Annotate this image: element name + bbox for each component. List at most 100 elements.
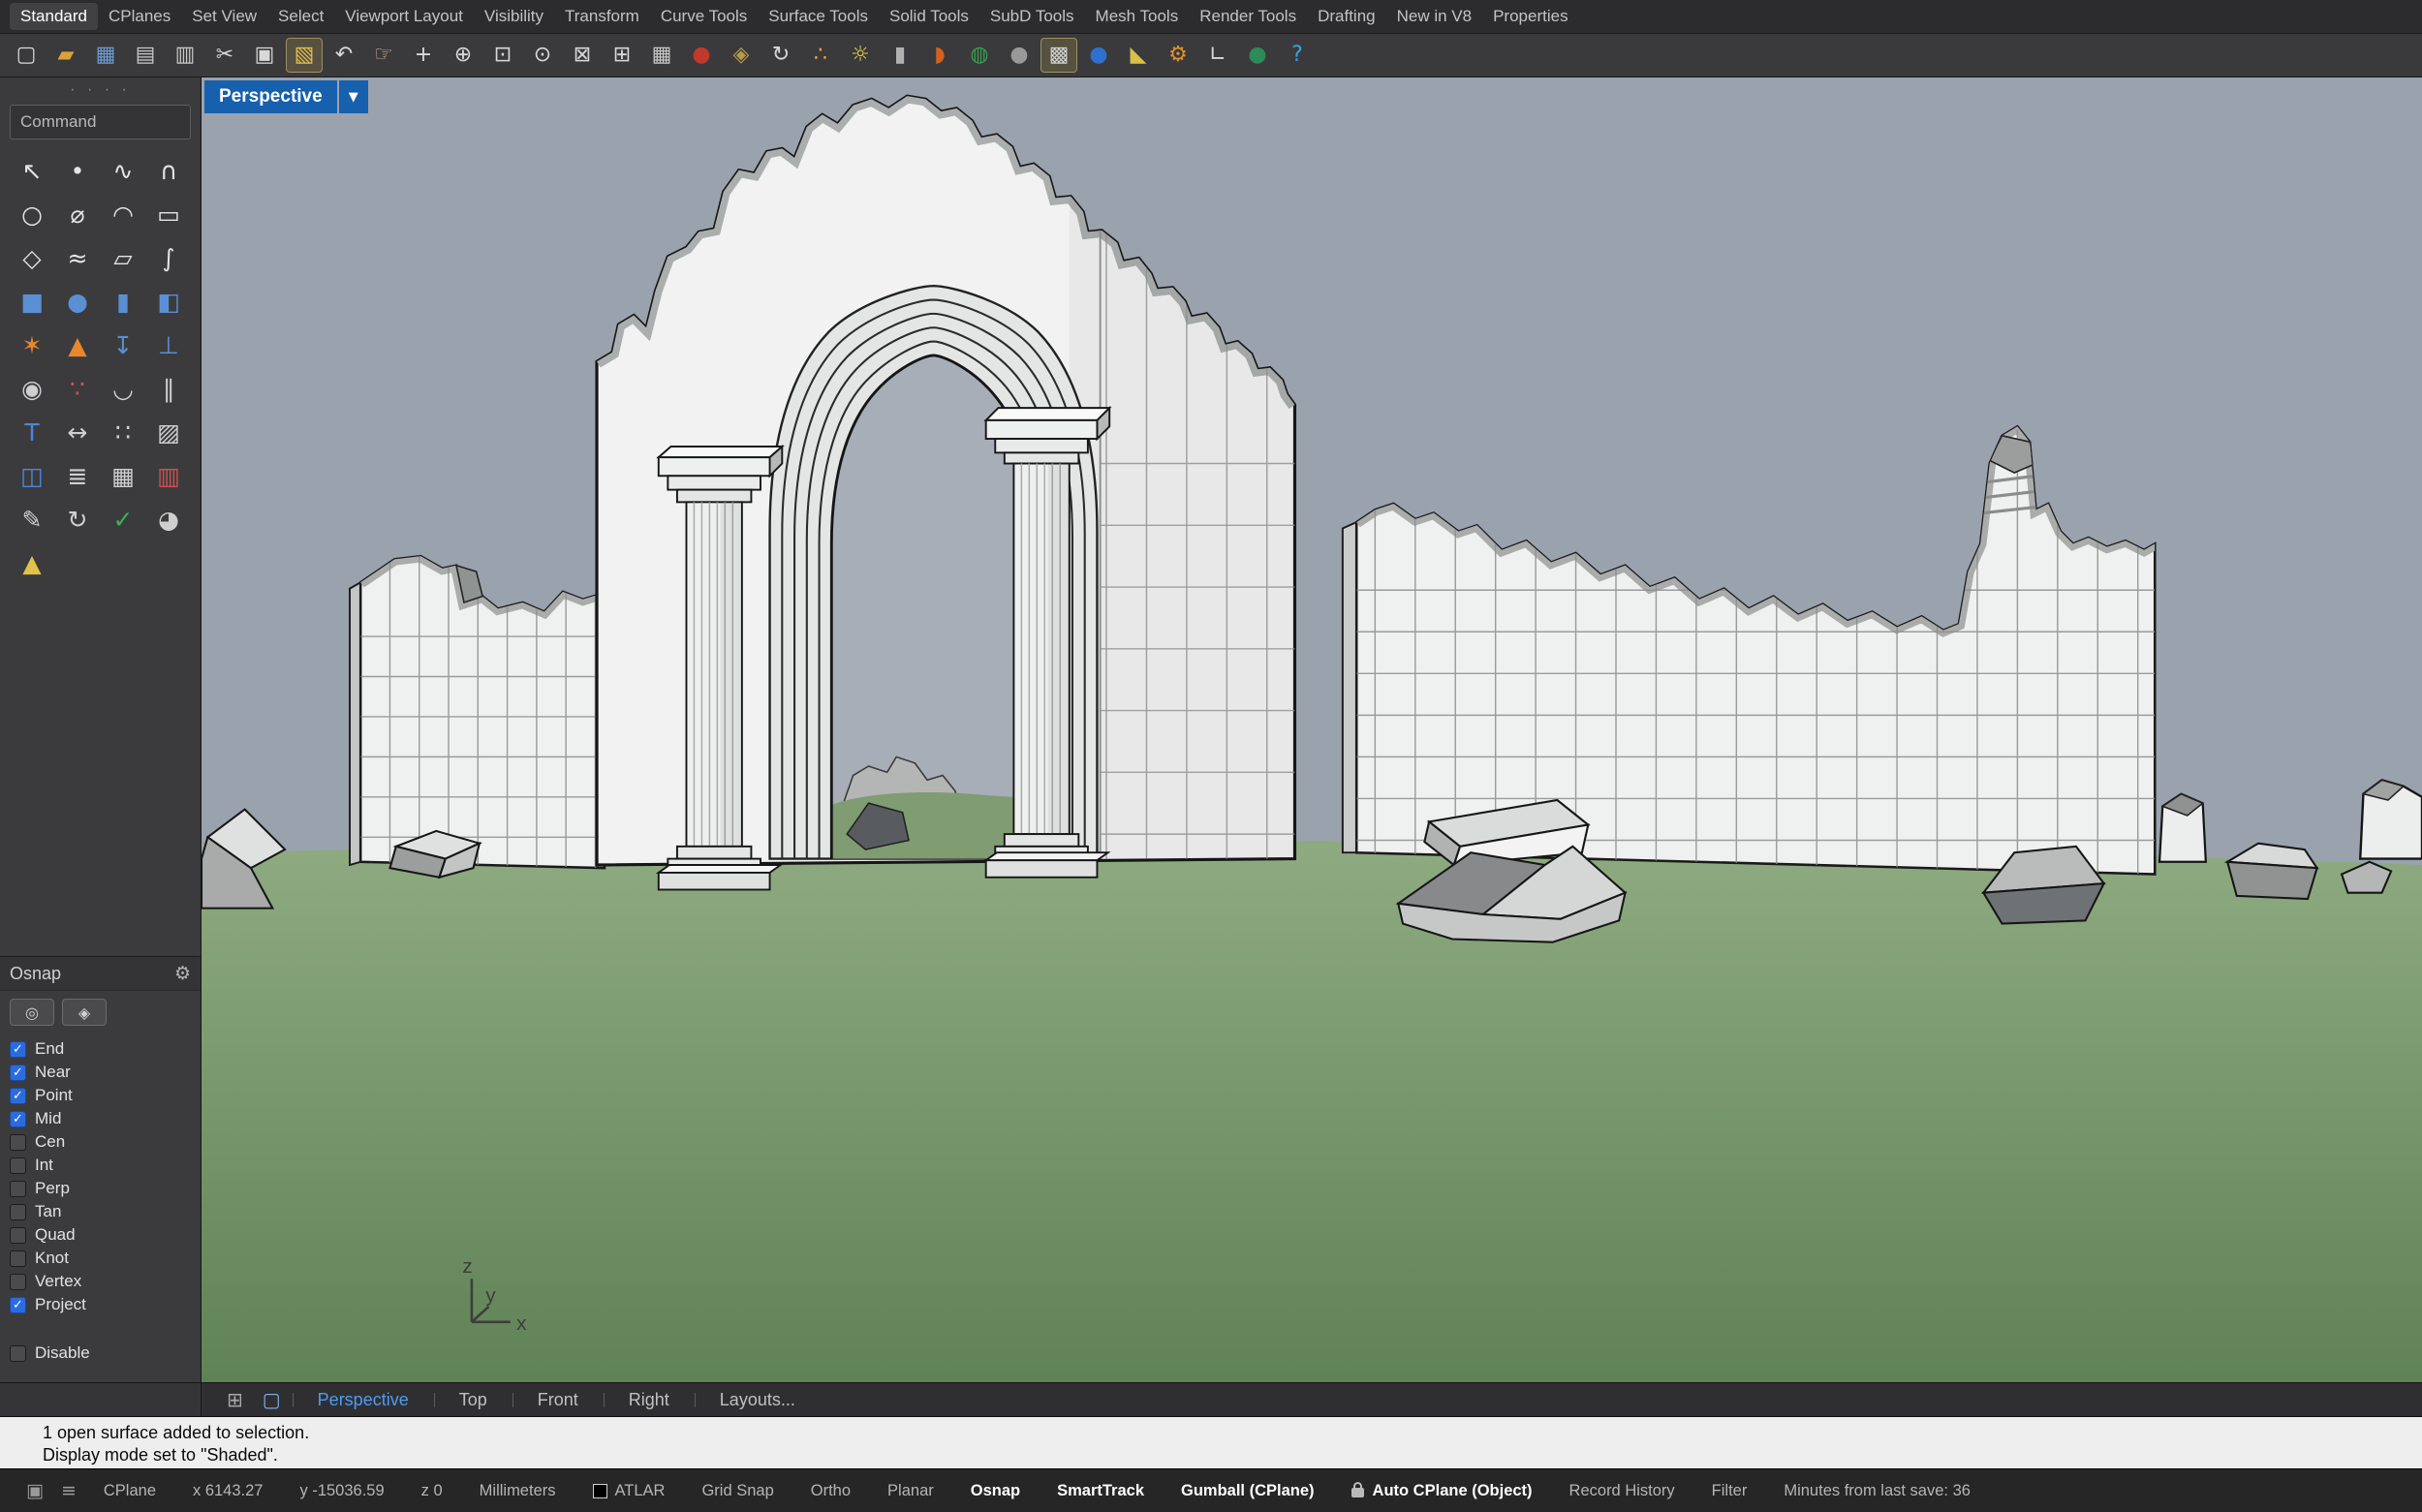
osnap-point[interactable]: Point: [10, 1084, 201, 1107]
osnap-gear-icon[interactable]: ⚙: [174, 963, 191, 984]
help-icon[interactable]: ?: [1279, 38, 1316, 73]
tab-layouts[interactable]: Layouts...: [695, 1386, 821, 1414]
ground-surface[interactable]: [202, 840, 2422, 1382]
sweep-icon[interactable]: ∫: [146, 236, 192, 280]
ellipse-icon[interactable]: ⌀: [55, 193, 101, 236]
dotted-grid-icon[interactable]: ▩: [1040, 38, 1077, 73]
viewport-dropdown[interactable]: ▼: [339, 80, 368, 113]
sphere-icon[interactable]: ●: [55, 280, 101, 324]
zoom-dynamic-icon[interactable]: ⊕: [445, 38, 481, 73]
arc-icon[interactable]: ◠: [101, 193, 146, 236]
cut-icon[interactable]: ✂: [206, 38, 243, 73]
extrude-icon[interactable]: ◧: [146, 280, 192, 324]
tab-front[interactable]: Front: [512, 1386, 604, 1414]
display-mode-icon[interactable]: ◈: [723, 38, 760, 73]
rectangle-icon[interactable]: ▭: [146, 193, 192, 236]
menu-subd-tools[interactable]: SubD Tools: [979, 3, 1085, 30]
grid-view-icon[interactable]: ⊞: [219, 1388, 251, 1411]
viewport-title[interactable]: Perspective: [204, 80, 337, 113]
save-icon[interactable]: ▦: [87, 38, 124, 73]
status-layer[interactable]: ATLAR: [574, 1482, 684, 1500]
viewport-layout-icon[interactable]: ▦: [643, 38, 680, 73]
checkbox[interactable]: [10, 1181, 26, 1197]
osnap-mid[interactable]: Mid: [10, 1107, 201, 1130]
blue-sphere-icon[interactable]: ●: [1080, 38, 1117, 73]
contour-icon[interactable]: ≣: [55, 454, 101, 498]
status-filter[interactable]: Filter: [1693, 1482, 1766, 1500]
viewport-canvas[interactable]: z y x: [202, 77, 2422, 1382]
status-menu-icon[interactable]: ≡: [52, 1480, 85, 1501]
menu-select[interactable]: Select: [267, 3, 334, 30]
menu-drafting[interactable]: Drafting: [1307, 3, 1386, 30]
status-gumball[interactable]: Gumball (CPlane): [1163, 1482, 1333, 1500]
earth-icon[interactable]: ●: [1239, 38, 1276, 73]
solid-box-icon[interactable]: ◫: [10, 454, 55, 498]
shaded-sphere-icon[interactable]: ●: [1001, 38, 1038, 73]
interpolate-curve-icon[interactable]: ∩: [146, 149, 192, 193]
boolean-icon[interactable]: ◉: [10, 367, 55, 411]
osnap-tan[interactable]: Tan: [10, 1200, 201, 1223]
checkbox[interactable]: [10, 1227, 26, 1244]
osnap-disable[interactable]: Disable: [10, 1342, 201, 1365]
lock-toolbar-icon[interactable]: ▮: [882, 38, 918, 73]
menu-visibility[interactable]: Visibility: [474, 3, 554, 30]
cylinder-icon[interactable]: ▮: [101, 280, 146, 324]
checkbox[interactable]: [10, 1111, 26, 1127]
osnap-knot[interactable]: Knot: [10, 1247, 201, 1270]
paste-icon[interactable]: ▧: [286, 38, 323, 73]
status-minutes-saved[interactable]: Minutes from last save: 36: [1765, 1482, 1989, 1500]
menu-set-view[interactable]: Set View: [181, 3, 267, 30]
menu-cplanes[interactable]: CPlanes: [98, 3, 181, 30]
pull-icon[interactable]: ↧: [101, 324, 146, 367]
status-record-history[interactable]: Record History: [1551, 1482, 1693, 1500]
command-input[interactable]: Command: [10, 105, 191, 139]
osnap-project[interactable]: Project: [10, 1293, 201, 1316]
explode-icon[interactable]: ✶: [10, 324, 55, 367]
tab-perspective[interactable]: Perspective: [293, 1386, 434, 1414]
pan-hand-icon[interactable]: ☞: [365, 38, 402, 73]
menu-surface-tools[interactable]: Surface Tools: [758, 3, 879, 30]
new-file-icon[interactable]: ▢: [8, 38, 45, 73]
project-icon[interactable]: ⊥: [146, 324, 192, 367]
menu-solid-tools[interactable]: Solid Tools: [879, 3, 979, 30]
sidebar-drag-handle[interactable]: · · · ·: [0, 77, 201, 101]
zoom-all-icon[interactable]: ⊞: [604, 38, 640, 73]
osnap-perp[interactable]: Perp: [10, 1177, 201, 1200]
checkbox[interactable]: [10, 1204, 26, 1220]
menu-properties[interactable]: Properties: [1482, 3, 1578, 30]
undo-icon[interactable]: ↶: [326, 38, 362, 73]
status-ortho[interactable]: Ortho: [792, 1482, 869, 1500]
text-icon[interactable]: T: [10, 411, 55, 454]
status-cplane[interactable]: CPlane: [85, 1482, 174, 1500]
point-cloud-icon[interactable]: ∵: [55, 367, 101, 411]
osnap-near[interactable]: Near: [10, 1061, 201, 1084]
viewport[interactable]: z y x Perspective ▼: [202, 77, 2422, 1382]
checkbox[interactable]: [10, 1088, 26, 1104]
freeform-curve-icon[interactable]: ≈: [55, 236, 101, 280]
status-osnap[interactable]: Osnap: [952, 1482, 1039, 1500]
orient-icon[interactable]: ↻: [55, 498, 101, 541]
osnap-int[interactable]: Int: [10, 1154, 201, 1177]
pen-icon[interactable]: ✎: [10, 498, 55, 541]
wedge-icon[interactable]: ◣: [1120, 38, 1157, 73]
color-wheel-icon[interactable]: ◍: [961, 38, 998, 73]
menu-standard[interactable]: Standard: [10, 3, 98, 30]
status-auto-cplane[interactable]: Auto CPlane (Object): [1333, 1482, 1551, 1500]
checkbox[interactable]: [10, 1250, 26, 1267]
status-z-coordinate[interactable]: z 0: [403, 1482, 461, 1500]
checkbox[interactable]: [10, 1134, 26, 1151]
box-icon[interactable]: ■: [10, 280, 55, 324]
cone-icon[interactable]: ▲: [10, 541, 55, 585]
menu-transform[interactable]: Transform: [554, 3, 650, 30]
copy-icon[interactable]: ▣: [246, 38, 283, 73]
menu-render-tools[interactable]: Render Tools: [1189, 3, 1307, 30]
light-icon[interactable]: ☼: [842, 38, 879, 73]
array-icon[interactable]: ∷: [101, 411, 146, 454]
checkbox[interactable]: [10, 1041, 26, 1058]
red-car-icon[interactable]: ●: [683, 38, 720, 73]
osnap-cen[interactable]: Cen: [10, 1130, 201, 1154]
grid-array-icon[interactable]: ▦: [101, 454, 146, 498]
curve-icon[interactable]: ∿: [101, 149, 146, 193]
tab-top[interactable]: Top: [434, 1386, 512, 1414]
render-icon[interactable]: ◗: [921, 38, 958, 73]
